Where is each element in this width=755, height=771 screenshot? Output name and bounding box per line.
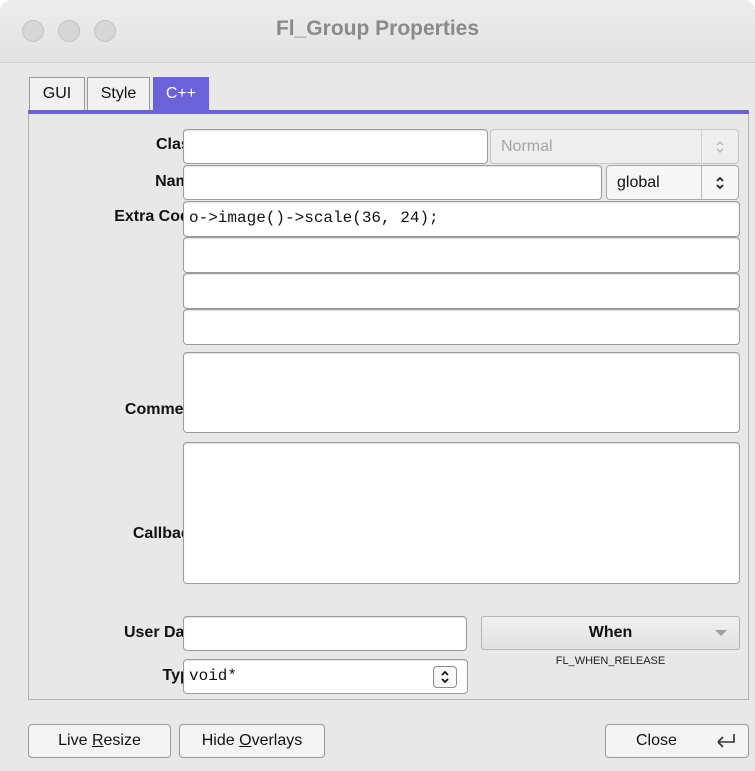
callback-label: Callback: [132,525,204,542]
when-button[interactable]: When [481,616,740,650]
properties-window: Fl_Group Properties GUI Style C++ Class:… [0,0,755,771]
live-resize-label-suffix: esize [103,732,141,749]
type-select[interactable]: void* [183,659,468,694]
user-data-input[interactable] [183,616,467,651]
comment-label: Comment: [124,401,204,418]
live-resize-label-prefix: Live [58,732,92,749]
stepper-icon [701,130,738,163]
extra-code-line-4[interactable] [183,309,740,345]
tab-gui[interactable]: GUI [29,77,85,110]
when-label: When [588,624,633,641]
class-input[interactable] [183,129,488,164]
hide-overlays-accel: O [239,732,252,749]
stepper-icon [701,166,738,199]
close-label: Close [636,732,677,749]
extra-code-line-1[interactable]: o->image()->scale(36, 24); [183,201,740,237]
cpp-panel: Class: Normal Name: global Extra Code: o… [28,114,749,700]
name-input[interactable] [183,165,602,200]
comment-textarea[interactable] [183,352,740,433]
title-bar: Fl_Group Properties [0,0,755,63]
window-title: Fl_Group Properties [275,17,480,40]
user-data-label: User Data: [123,624,204,641]
tab-style[interactable]: Style [87,77,150,110]
live-resize-accel: R [91,732,104,749]
when-value-text: FL_WHEN_RELEASE [555,655,666,667]
name-label: Name: [155,173,204,190]
dialog-content: GUI Style C++ Class: Normal Name: global [0,63,755,771]
extra-code-line-3[interactable] [183,273,740,309]
name-scope-select[interactable]: global [606,165,739,200]
hide-overlays-label-prefix: Hide [201,732,240,749]
extra-code-label: Extra Code: [114,208,204,225]
class-mode-select[interactable]: Normal [490,129,739,164]
class-mode-value: Normal [501,138,553,155]
close-button[interactable]: Close [605,724,749,758]
return-key-icon [712,731,738,762]
extra-code-line-2[interactable] [183,237,740,273]
hide-overlays-button[interactable]: Hide Overlays [179,724,325,758]
type-value: void* [189,667,238,685]
name-scope-value: global [617,174,660,191]
live-resize-button[interactable]: Live Resize [28,724,171,758]
type-label: Type: [29,667,204,685]
tab-cpp[interactable]: C++ [153,77,209,110]
callback-textarea[interactable] [183,442,740,584]
hide-overlays-label-suffix: verlays [251,732,303,749]
stepper-icon [433,666,457,688]
class-label: Class: [155,136,204,153]
